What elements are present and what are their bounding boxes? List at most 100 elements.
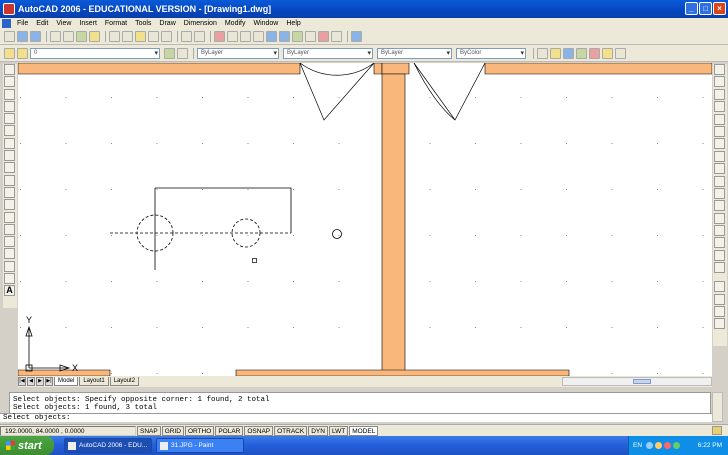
arc-icon[interactable] [4, 125, 15, 137]
osnap-toggle[interactable]: OSNAP [244, 425, 274, 436]
style-text-icon[interactable] [537, 47, 548, 59]
undo-icon[interactable] [181, 31, 192, 42]
circle-icon[interactable] [4, 137, 15, 149]
linetype-dropdown[interactable]: ByLayer [283, 47, 373, 59]
document-icon[interactable] [2, 19, 11, 28]
construction-line-icon[interactable] [4, 76, 15, 88]
model-space-canvas[interactable]: Y X [18, 63, 712, 376]
break-at-point-icon[interactable] [714, 200, 725, 212]
menu-draw[interactable]: Draw [155, 20, 179, 27]
rotate-icon[interactable] [714, 138, 725, 150]
close-button[interactable]: × [713, 2, 726, 15]
lineweight-dropdown[interactable]: ByLayer [377, 47, 452, 59]
grid-toggle[interactable]: GRID [161, 425, 184, 436]
lwt-toggle[interactable]: LWT [328, 425, 349, 436]
insert-block-icon[interactable] [4, 199, 15, 211]
mtext-icon[interactable]: A [4, 285, 15, 297]
quickcalc-icon[interactable] [331, 31, 342, 42]
layer-dropdown[interactable]: 0 [30, 47, 160, 59]
explode-icon[interactable] [714, 262, 725, 274]
save-icon[interactable] [30, 31, 41, 42]
menu-window[interactable]: Window [249, 20, 282, 27]
communication-center-icon[interactable] [712, 426, 722, 435]
snap-tool-icon[interactable] [589, 47, 600, 59]
first-tab-icon[interactable]: |◀ [18, 377, 26, 386]
layer-previous-icon[interactable] [177, 47, 188, 59]
zoom-previous-icon[interactable] [253, 31, 264, 42]
draw-order-below-icon[interactable] [714, 318, 725, 330]
paste-icon[interactable] [135, 31, 146, 42]
new-icon[interactable] [4, 31, 15, 42]
menu-help[interactable]: Help [282, 20, 304, 27]
zoom-window-icon[interactable] [240, 31, 251, 42]
plot-preview-icon[interactable] [63, 31, 74, 42]
measure-icon[interactable] [615, 47, 626, 59]
3d-dwf-icon[interactable] [89, 31, 100, 42]
menu-format[interactable]: Format [101, 20, 131, 27]
region-icon[interactable] [4, 260, 15, 272]
hatch-icon[interactable] [4, 236, 15, 248]
color-dropdown[interactable]: ByLayer [197, 47, 279, 59]
make-block-icon[interactable] [4, 211, 15, 223]
move-icon[interactable] [714, 125, 725, 137]
otrack-toggle[interactable]: OTRACK [274, 425, 308, 436]
menu-edit[interactable]: Edit [32, 20, 52, 27]
model-toggle[interactable]: MODEL [349, 425, 379, 436]
spline-icon[interactable] [4, 162, 15, 174]
command-prompt[interactable]: Select objects: [0, 413, 712, 422]
clock[interactable]: 6:22 PM [698, 442, 722, 449]
zoom-extents-icon[interactable] [576, 47, 587, 59]
menu-dimension[interactable]: Dimension [180, 20, 221, 27]
tab-layout2[interactable]: Layout2 [109, 377, 140, 386]
ellipse-arc-icon[interactable] [4, 186, 15, 198]
top-wall-left[interactable] [18, 63, 301, 75]
center-wall[interactable] [381, 73, 406, 376]
zoom-realtime-icon[interactable] [227, 31, 238, 42]
tray-icon-4[interactable] [673, 442, 681, 449]
tray-icon-1[interactable] [646, 442, 654, 449]
plot-icon[interactable] [50, 31, 61, 42]
lightbulb-icon[interactable] [17, 47, 28, 59]
dyn-toggle[interactable]: DYN [308, 425, 328, 436]
mirror-icon[interactable] [714, 88, 725, 100]
language-indicator[interactable]: EN [633, 442, 642, 449]
pan-icon[interactable] [214, 31, 225, 42]
properties-icon[interactable] [266, 31, 277, 42]
gradient-icon[interactable] [4, 248, 15, 260]
copy-icon[interactable] [122, 31, 133, 42]
scale-icon[interactable] [714, 150, 725, 162]
draw-order-back-icon[interactable] [714, 293, 725, 305]
markup-icon[interactable] [318, 31, 329, 42]
stretch-icon[interactable] [714, 163, 725, 175]
draw-order-front-icon[interactable] [714, 281, 725, 293]
ellipse-icon[interactable] [4, 174, 15, 186]
autocad-app-icon[interactable] [3, 3, 15, 15]
table-icon[interactable] [4, 273, 15, 285]
polygon-icon[interactable] [4, 100, 15, 112]
plotstyle-dropdown[interactable]: ByColor [456, 47, 526, 59]
maximize-button[interactable]: □ [699, 2, 712, 15]
fillet-icon[interactable] [714, 249, 725, 261]
menu-file[interactable]: File [13, 20, 32, 27]
design-center-icon[interactable] [279, 31, 290, 42]
tool-palettes-icon[interactable] [292, 31, 303, 42]
line-icon[interactable] [4, 64, 15, 75]
revision-cloud-icon[interactable] [4, 150, 15, 162]
make-current-layer-icon[interactable] [164, 47, 175, 59]
minimize-button[interactable]: _ [685, 2, 698, 15]
open-icon[interactable] [17, 31, 28, 42]
dimstyle-icon[interactable] [550, 47, 561, 59]
extend-icon[interactable] [714, 187, 725, 199]
erase-icon[interactable] [714, 64, 725, 75]
point-icon[interactable] [4, 223, 15, 235]
layer-manager-icon[interactable] [4, 47, 15, 59]
tab-model[interactable]: Model [54, 377, 79, 386]
task-paint[interactable]: 31.JPG - Paint [156, 438, 244, 453]
menu-view[interactable]: View [52, 20, 75, 27]
redo-icon[interactable] [194, 31, 205, 42]
offset-icon[interactable] [714, 101, 725, 113]
block-editor-icon[interactable] [161, 31, 172, 42]
trim-icon[interactable] [714, 175, 725, 187]
match-properties-icon[interactable] [148, 31, 159, 42]
draw-order-icon[interactable] [602, 47, 613, 59]
